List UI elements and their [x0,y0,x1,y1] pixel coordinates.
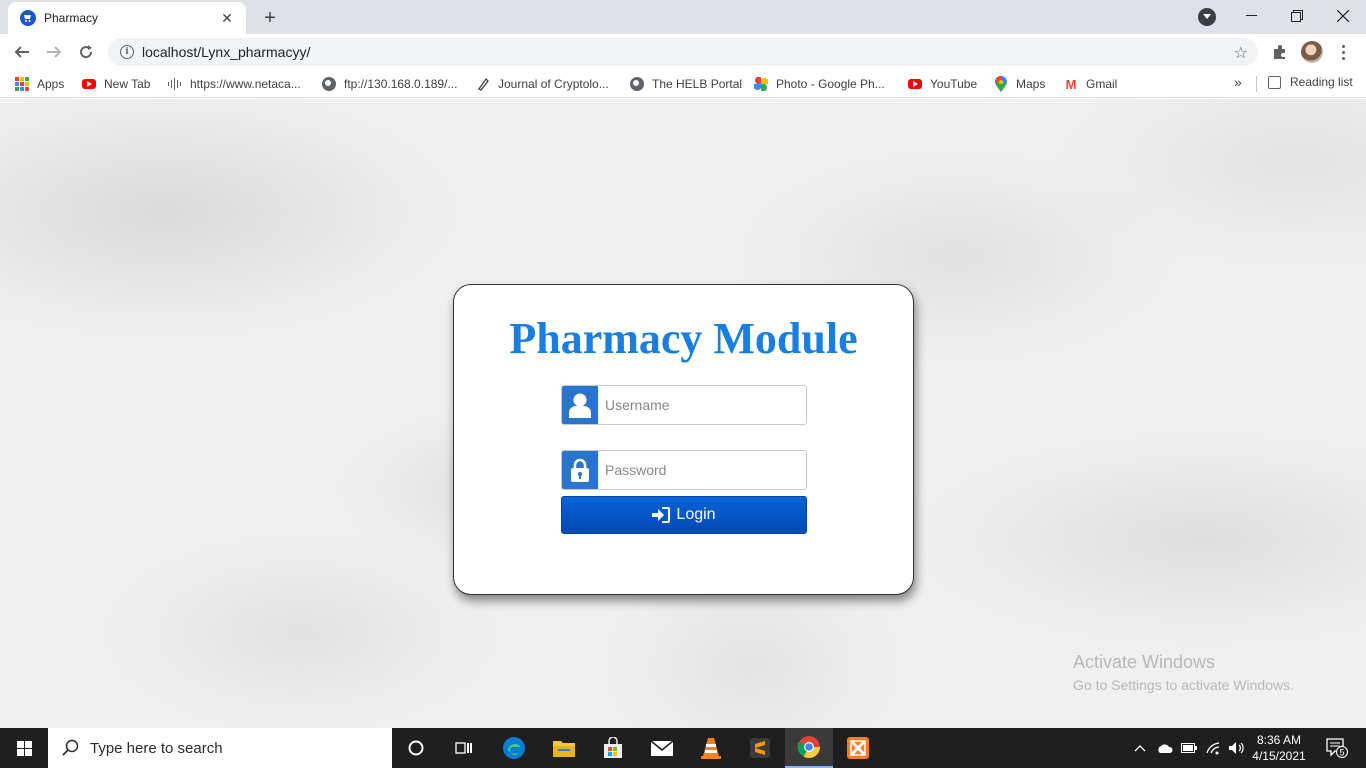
bookmark-star-icon[interactable]: ☆ [1234,43,1248,63]
onedrive-cloud-icon[interactable] [1154,728,1176,768]
youtube-icon [81,76,97,92]
bookmarks-overflow-icon[interactable]: » [1234,74,1242,90]
microsoft-store-icon[interactable] [589,728,637,768]
file-explorer-icon[interactable] [540,728,588,768]
bookmark-ftp[interactable]: ftp://130.168.0.189/... [321,75,457,93]
search-icon [62,739,79,756]
bookmark-label: Maps [1016,77,1046,91]
password-field[interactable] [561,450,807,490]
show-hidden-icons-chevron-icon[interactable] [1130,728,1150,768]
system-clock[interactable]: 8:36 AM 4/15/2021 [1252,732,1306,764]
back-arrow-icon[interactable] [8,38,36,66]
password-input[interactable] [598,451,806,489]
new-tab-button[interactable]: + [258,6,282,30]
watermark-title: Activate Windows [1073,652,1216,672]
cortana-icon[interactable] [392,728,440,768]
address-bar[interactable]: i localhost/Lynx_pharmacyy/ ☆ [108,38,1258,66]
globe-icon [321,76,337,92]
profile-avatar[interactable] [1301,41,1323,63]
taskbar-search-placeholder: Type here to search [90,739,223,757]
user-icon [562,386,598,424]
bookmark-maps[interactable]: Maps [993,75,1045,93]
close-window-icon[interactable] [1320,0,1366,32]
bookmark-new-tab[interactable]: New Tab [81,75,150,93]
bookmarks-bar: Apps New Tab https://www.netaca... ftp:/… [0,70,1366,98]
clock-time: 8:36 AM [1256,733,1302,747]
login-button-label: Login [676,506,716,523]
reading-list-icon [1268,75,1281,89]
battery-icon[interactable] [1178,728,1200,768]
bookmark-label: https://www.netaca... [190,77,301,91]
taskbar-search-box[interactable]: Type here to search [48,728,392,768]
wifi-icon[interactable] [1202,728,1224,768]
login-title: Pharmacy Module [509,314,858,363]
xampp-icon[interactable] [834,728,882,768]
tab-title: Pharmacy [44,11,99,25]
extensions-puzzle-icon[interactable] [1270,42,1290,62]
bookmark-label: ftp://130.168.0.189/... [344,77,458,91]
login-button[interactable]: Login [561,496,807,534]
reading-list-button[interactable]: Reading list [1268,75,1353,89]
restore-window-icon[interactable] [1274,0,1320,32]
netacad-icon [167,76,183,92]
browser-toolbar: i localhost/Lynx_pharmacyy/ ☆ [0,34,1366,70]
site-info-icon[interactable]: i [120,45,134,59]
bookmark-google-photos[interactable]: Photo - Google Ph... [753,75,885,93]
chrome-icon[interactable] [785,728,833,768]
browser-tab-strip: Pharmacy ✕ + [0,0,1366,34]
address-url: localhost/Lynx_pharmacyy/ [142,44,311,60]
bookmark-label: Photo - Google Ph... [776,77,885,91]
sign-in-icon [652,507,671,523]
minimize-window-icon[interactable] [1228,0,1274,32]
reload-icon[interactable] [72,38,100,66]
bookmark-apps[interactable]: Apps [14,75,64,93]
bookmark-label: Apps [37,77,65,91]
vlc-player-icon[interactable] [687,728,735,768]
login-card: Pharmacy Module Login [453,284,914,595]
task-view-icon[interactable] [440,728,488,768]
bookmark-gmail[interactable]: M Gmail [1063,75,1118,93]
tab-search-icon[interactable] [1198,8,1216,26]
reading-list-label: Reading list [1290,75,1353,89]
google-photos-icon [753,76,769,92]
tab-close-icon[interactable]: ✕ [218,9,236,27]
edge-browser-icon[interactable] [490,728,538,768]
bookmark-journal[interactable]: Journal of Cryptolo... [475,75,609,93]
bookmark-label: The HELB Portal [652,77,743,91]
bookmark-label: Journal of Cryptolo... [498,77,609,91]
apps-grid-icon [14,76,30,92]
bookmark-label: New Tab [104,77,151,91]
bookmark-netacad[interactable]: https://www.netaca... [167,75,301,93]
windows-logo-icon [16,740,32,756]
browser-menu-icon[interactable] [1336,41,1350,63]
clock-date: 4/15/2021 [1252,749,1306,763]
journal-icon [475,76,491,92]
notification-count-badge: 5 [1339,748,1344,758]
pharmacy-favicon-icon [20,10,36,26]
forward-arrow-icon[interactable] [40,38,68,66]
activate-windows-watermark: Activate Windows Go to Settings to activ… [1073,652,1294,693]
sublime-text-icon[interactable] [736,728,784,768]
lock-icon [562,451,598,489]
action-center-notification-icon[interactable]: 5 [1322,728,1352,768]
bookmark-youtube[interactable]: YouTube [907,75,977,93]
bookmarks-divider [1256,76,1257,92]
watermark-subtitle: Go to Settings to activate Windows. [1073,677,1294,693]
start-button[interactable] [0,728,48,768]
mail-icon[interactable] [638,728,686,768]
bookmark-label: Gmail [1086,77,1118,91]
youtube-icon [907,76,923,92]
bookmark-helb-portal[interactable]: The HELB Portal [629,75,742,93]
gmail-icon: M [1065,76,1077,92]
globe-icon [629,76,645,92]
username-input[interactable] [598,386,806,424]
username-field[interactable] [561,385,807,425]
volume-icon[interactable] [1226,728,1248,768]
bookmark-label: YouTube [930,77,978,91]
browser-tab-pharmacy[interactable]: Pharmacy ✕ [8,2,246,34]
maps-pin-icon [993,76,1009,92]
windows-taskbar: Type here to search 8:36 AM 4/15/2021 5 [0,728,1366,768]
page-background: Pharmacy Module Login Activate Windows G… [0,99,1366,728]
